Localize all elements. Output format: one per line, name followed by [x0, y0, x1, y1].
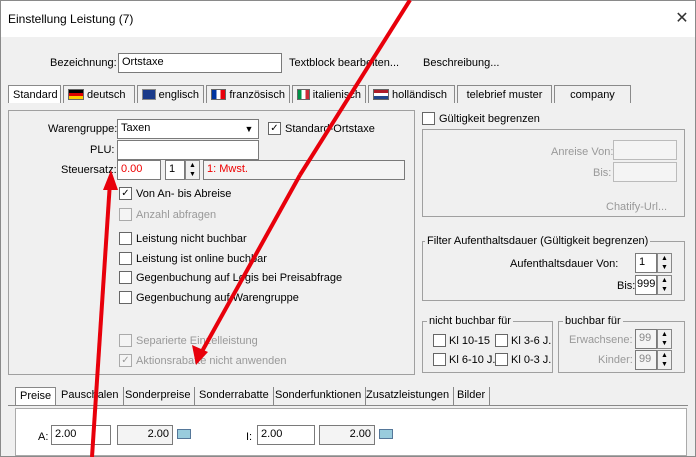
- annotation-arrow-line: [198, 174, 302, 356]
- annotation-arrow-bottom: [90, 181, 112, 457]
- annotation-arrows: [90, 0, 412, 457]
- annotation-arrowhead: [103, 170, 118, 190]
- annotation-arrow-top: [298, 0, 412, 177]
